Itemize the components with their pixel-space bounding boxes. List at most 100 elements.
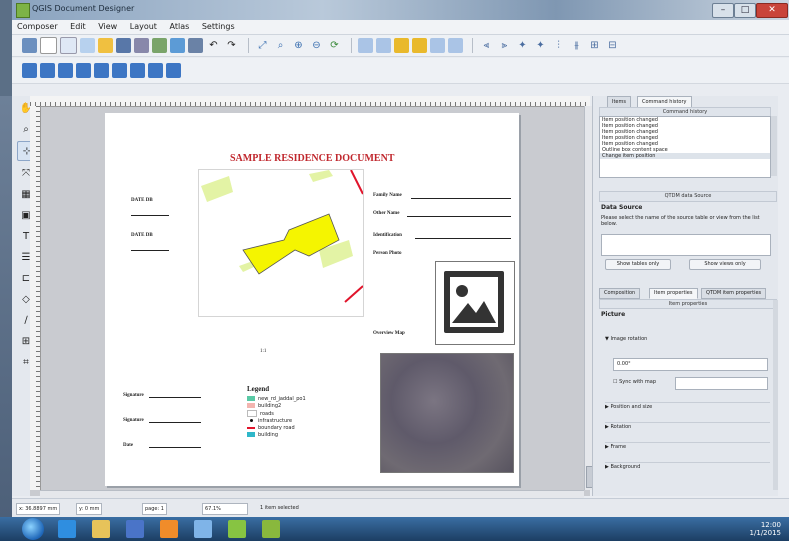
document-page[interactable]: SAMPLE RESIDENCE DOCUMENT DATE DB DATE D… [105, 113, 519, 486]
date-label[interactable]: DATE DB [131, 198, 153, 203]
menu-atlas[interactable]: Atlas [165, 20, 195, 34]
zoom-100-icon[interactable]: ⌕ [273, 38, 288, 53]
align-top-icon[interactable]: ✦ [533, 38, 548, 53]
other-name-label[interactable]: Other Name [373, 211, 399, 216]
maximize-button[interactable]: □ [734, 3, 756, 18]
unlock-icon[interactable] [412, 38, 427, 53]
add-arrow-icon[interactable] [112, 63, 127, 78]
system-clock[interactable]: 12:00 1/1/2015 [750, 521, 781, 537]
add-html-icon[interactable] [148, 63, 163, 78]
person-photo-label[interactable]: Person Photo [373, 251, 401, 256]
align-center-icon[interactable]: ⫸ [497, 38, 512, 53]
export-image-icon[interactable] [152, 38, 167, 53]
save-icon[interactable] [22, 38, 37, 53]
signature-label[interactable]: Signature [123, 418, 144, 423]
add-legend-icon[interactable] [58, 63, 73, 78]
person-photo-frame[interactable] [435, 261, 515, 345]
export-svg-icon[interactable] [170, 38, 185, 53]
app-icon[interactable] [194, 520, 212, 538]
zoom-full-icon[interactable]: ⤢ [255, 38, 270, 53]
add-picture-icon[interactable] [166, 63, 181, 78]
export-pdf-icon[interactable] [188, 38, 203, 53]
date-label[interactable]: Date [123, 443, 133, 448]
tab-composition[interactable]: Composition [599, 288, 641, 299]
horizontal-scrollbar[interactable] [40, 490, 584, 498]
menu-layout[interactable]: Layout [125, 20, 162, 34]
add-label-icon[interactable] [40, 63, 55, 78]
identification-label[interactable]: Identification [373, 233, 402, 238]
refresh-icon[interactable]: ⟳ [327, 38, 342, 53]
rotation-input[interactable]: 0.00° [613, 358, 768, 371]
ungroup-icon[interactable] [376, 38, 391, 53]
print-icon[interactable] [134, 38, 149, 53]
open-template-icon[interactable] [98, 38, 113, 53]
menu-view[interactable]: View [93, 20, 122, 34]
atlas-preview-icon[interactable]: ⊞ [587, 38, 602, 53]
align-right-icon[interactable]: ✦ [515, 38, 530, 53]
properties-scrollbar[interactable] [773, 300, 778, 490]
sync-with-map-checkbox[interactable]: ☐ Sync with map [613, 377, 656, 387]
legend-item[interactable]: Legend new_rd_jaddal_po1 building2 roads in… [247, 385, 306, 439]
new-composer-icon[interactable] [40, 37, 57, 54]
overview-map-item[interactable] [380, 353, 514, 473]
composer-manager-icon[interactable] [80, 38, 95, 53]
media-player-icon[interactable] [160, 520, 178, 538]
family-name-label[interactable]: Family Name [373, 193, 402, 198]
add-table-icon[interactable] [130, 63, 145, 78]
lock-icon[interactable] [394, 38, 409, 53]
history-item[interactable]: Change item position [600, 153, 770, 159]
raise-icon[interactable] [430, 38, 445, 53]
app-icon[interactable] [262, 520, 280, 538]
legend-entry-label: infrastructure [258, 418, 293, 424]
align-left-icon[interactable]: ⫷ [479, 38, 494, 53]
main-map-item[interactable] [198, 169, 364, 317]
show-tables-button[interactable]: Show tables only [605, 259, 671, 270]
close-button[interactable]: ✕ [756, 3, 788, 18]
browser-icon[interactable] [58, 520, 76, 538]
signature-label[interactable]: Signature [123, 393, 144, 398]
tab-item-properties[interactable]: Item properties [649, 288, 698, 299]
zoom-in-icon[interactable]: ⊕ [291, 38, 306, 53]
data-source-list[interactable] [601, 234, 771, 256]
start-button-icon[interactable] [22, 518, 44, 540]
align-bottom-icon[interactable]: ⫶ [551, 38, 566, 53]
collapsible-section[interactable]: ▶ Position and size [605, 402, 770, 412]
duplicate-icon[interactable] [60, 37, 77, 54]
menu-composer[interactable]: Composer [12, 20, 63, 34]
scale-label[interactable]: 1:1 [260, 349, 266, 354]
menu-edit[interactable]: Edit [65, 20, 91, 34]
word-icon[interactable] [126, 520, 144, 538]
atlas-settings-icon[interactable]: ⊟ [605, 38, 620, 53]
collapsible-section[interactable]: ▶ Rotation [605, 422, 770, 432]
collapsible-section[interactable]: ▶ Background [605, 462, 770, 472]
zoom-out-icon[interactable]: ⊖ [309, 38, 324, 53]
history-scrollbar[interactable] [771, 116, 777, 176]
file-explorer-icon[interactable] [92, 520, 110, 538]
x-coordinate: x: 36.8897 mm [16, 503, 61, 515]
overview-map-label[interactable]: Overview Map [373, 331, 405, 336]
document-title[interactable]: SAMPLE RESIDENCE DOCUMENT [230, 153, 394, 164]
tab-qtdm-item-properties[interactable]: QTDM item properties [701, 288, 767, 299]
undo-icon[interactable]: ↶ [206, 38, 221, 53]
zoom-select[interactable]: 67.1% [202, 503, 248, 515]
save-template-icon[interactable] [116, 38, 131, 53]
collapsible-section[interactable]: ▶ Frame [605, 442, 770, 452]
group-icon[interactable] [358, 38, 373, 53]
add-shape-icon[interactable] [94, 63, 109, 78]
add-scalebar-icon[interactable] [76, 63, 91, 78]
image-placeholder-glyph [450, 277, 498, 327]
menu-bar: Composer Edit View Layout Atlas Settings [12, 20, 789, 35]
add-map-icon[interactable] [22, 63, 37, 78]
show-views-button[interactable]: Show views only [689, 259, 761, 270]
date-label[interactable]: DATE DB [131, 233, 153, 238]
image-rotation-toggle[interactable]: ▼ Image rotation [605, 334, 647, 344]
lower-icon[interactable] [448, 38, 463, 53]
menu-settings[interactable]: Settings [197, 20, 240, 34]
redo-icon[interactable]: ↷ [224, 38, 239, 53]
qgis-icon[interactable] [228, 520, 246, 538]
minimize-button[interactable]: – [712, 3, 734, 18]
title-bar: QGIS Document Designer – □ ✕ [12, 0, 789, 20]
map-select[interactable] [675, 377, 768, 390]
command-history-list[interactable]: Item position changed Item position chang… [599, 116, 771, 178]
distribute-icon[interactable]: ⫵ [569, 38, 584, 53]
